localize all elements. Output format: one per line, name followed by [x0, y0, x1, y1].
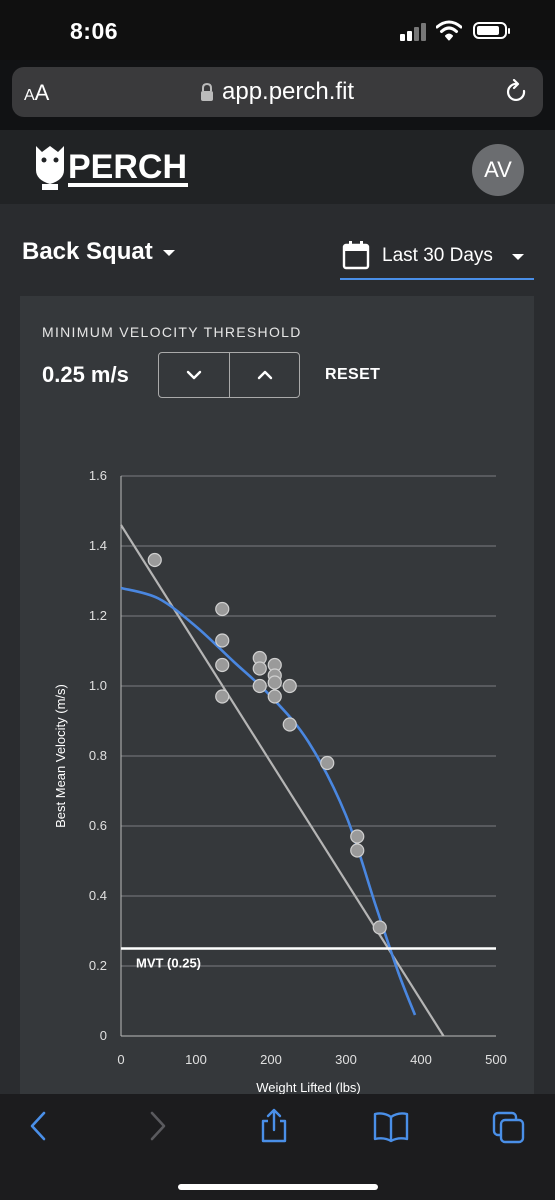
exercise-label: Back Squat — [22, 238, 153, 265]
data-point — [215, 633, 230, 648]
chart-grid — [121, 475, 496, 967]
data-point — [282, 678, 297, 694]
velocity-card: MINIMUM VELOCITY THRESHOLD 0.25 m/s RESE… — [20, 296, 534, 1096]
y-tick-label: 0.6 — [89, 818, 107, 833]
calendar-icon — [342, 241, 370, 270]
back-icon[interactable] — [24, 1108, 52, 1144]
x-tick-label: 400 — [410, 1052, 432, 1067]
data-point — [252, 678, 267, 694]
y-tick-label: 0.2 — [89, 958, 107, 973]
status-bar: 8:06 — [0, 0, 555, 60]
app-header: PERCH AV — [0, 130, 555, 204]
curve-fit-line — [120, 586, 417, 1016]
home-indicator — [178, 1184, 378, 1190]
chevron-down-icon — [162, 249, 175, 256]
bookmarks-icon[interactable] — [372, 1108, 410, 1144]
data-point — [350, 843, 365, 858]
y-tick-label: 0.8 — [89, 748, 107, 763]
chart-points — [147, 552, 387, 935]
wifi-icon — [436, 20, 462, 41]
y-tick-label: 1.4 — [89, 538, 107, 553]
data-point — [282, 717, 297, 732]
y-tick-label: 0 — [100, 1028, 107, 1043]
data-point — [215, 689, 230, 704]
lock-icon — [201, 82, 213, 101]
data-point — [147, 552, 162, 568]
x-tick-label: 500 — [485, 1052, 507, 1067]
data-point — [267, 689, 282, 704]
share-icon[interactable] — [258, 1108, 290, 1144]
y-axis-title: Best Mean Velocity (m/s) — [53, 684, 68, 828]
data-point — [372, 920, 387, 935]
data-point — [320, 755, 335, 771]
data-point — [215, 657, 230, 673]
perch-logo-mark: PERCH — [36, 146, 188, 190]
url-text[interactable]: app.perch.fit — [222, 78, 354, 106]
data-point — [215, 601, 230, 617]
x-tick-label: 100 — [185, 1052, 207, 1067]
battery-icon — [473, 22, 510, 39]
data-point — [350, 829, 365, 844]
tabs-icon[interactable] — [492, 1108, 526, 1144]
x-axis-title: Weight Lifted (lbs) — [256, 1080, 361, 1095]
x-tick-label: 200 — [260, 1052, 282, 1067]
avatar[interactable]: AV — [472, 144, 524, 196]
forward-icon[interactable] — [144, 1108, 172, 1144]
x-tick-label: 300 — [335, 1052, 357, 1067]
y-tick-label: 1.0 — [89, 678, 107, 693]
perch-logo[interactable]: PERCH — [34, 140, 190, 201]
text-size-button[interactable]: AAAA — [24, 80, 49, 106]
date-range-selector[interactable]: Last 30 Days — [340, 238, 534, 280]
y-tick-label: 1.2 — [89, 608, 107, 623]
velocity-chart: 0 0.2 0.4 0.6 0.8 1.0 1.2 1.4 1.6 0 100 200 300 400 50… — [53, 468, 507, 1095]
browser-toolbar — [0, 1094, 555, 1200]
y-tick-label: 1.6 — [89, 468, 107, 483]
exercise-selector[interactable]: Back Squat — [22, 238, 175, 266]
x-tick-label: 0 — [117, 1052, 124, 1067]
page-content: Back Squat Last 30 Days MINIMUM VELOCITY… — [0, 204, 555, 1096]
logo-text: PERCH — [68, 148, 187, 186]
reload-icon[interactable] — [505, 79, 529, 105]
chevron-down-icon — [512, 254, 524, 260]
data-point — [267, 675, 282, 690]
data-point — [252, 661, 267, 676]
date-range-label: Last 30 Days — [382, 245, 493, 266]
clock: 8:06 — [70, 18, 119, 44]
mvt-threshold-label: MVT (0.25) — [136, 956, 201, 971]
y-tick-label: 0.4 — [89, 888, 107, 903]
address-bar[interactable]: AAAA app.perch.fit — [12, 67, 543, 117]
